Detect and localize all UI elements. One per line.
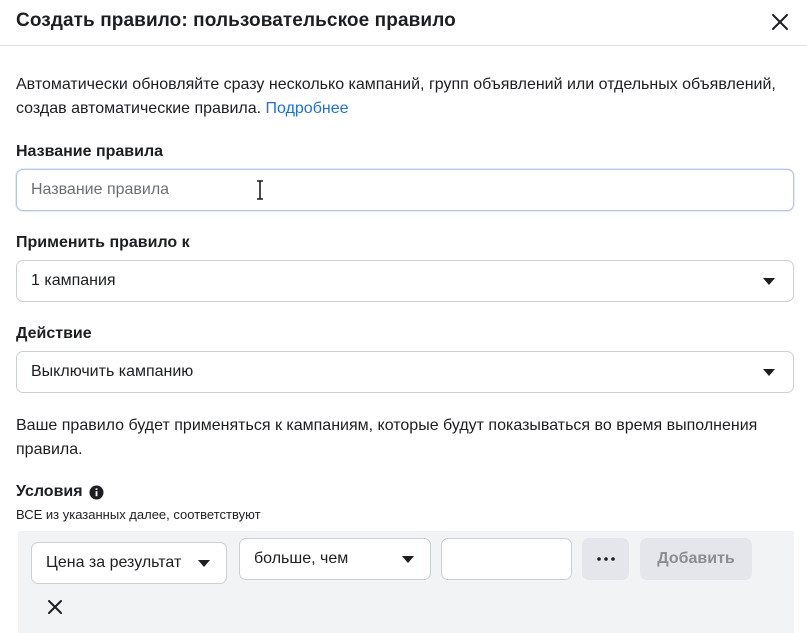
dialog-header: Создать правило: пользовательское правил… [0,0,807,46]
dropdown-arrow-icon [402,556,414,563]
apply-to-label: Применить правило к [16,234,190,251]
info-icon[interactable] [89,485,104,500]
dialog-title: Создать правило: пользовательское правил… [16,10,456,31]
conditions-subtitle: ВСЕ из указанных далее, соответствуют [16,507,261,522]
condition-value-input[interactable] [441,538,572,580]
close-button[interactable] [766,8,794,36]
operator-value: больше, чем [254,550,349,567]
more-options-button[interactable] [582,538,629,580]
dropdown-arrow-icon [763,278,775,285]
action-label: Действие [16,325,92,342]
learn-more-link[interactable]: Подробнее [266,100,349,117]
conditions-label: Условия [16,483,83,500]
intro-description: Автоматически обновляйте сразу несколько… [16,76,776,117]
action-value: Выключить кампанию [31,363,194,380]
dropdown-arrow-icon [763,369,775,376]
rule-note: Ваше правило будет применяться к кампани… [16,417,758,458]
remove-condition-button[interactable] [44,596,66,618]
rule-name-input[interactable] [16,169,794,211]
rule-name-label: Название правила [16,143,164,160]
close-icon [48,600,62,614]
intro-text: Автоматически обновляйте сразу несколько… [16,73,776,121]
operator-select[interactable]: больше, чем [239,538,431,580]
create-rule-dialog: Создать правило: пользовательское правил… [0,0,807,633]
conditions-heading: Условия [16,483,104,501]
text-cursor-icon [257,180,263,200]
dropdown-arrow-icon [198,560,210,567]
close-icon [772,14,788,30]
apply-to-value: 1 кампания [31,272,116,289]
metric-select[interactable]: Цена за результат [31,542,227,584]
more-icon [596,557,615,561]
apply-to-select[interactable]: 1 кампания [16,260,794,302]
metric-value: Цена за результат [46,554,182,571]
add-condition-button[interactable]: Добавить [640,538,752,580]
action-select[interactable]: Выключить кампанию [16,351,794,393]
